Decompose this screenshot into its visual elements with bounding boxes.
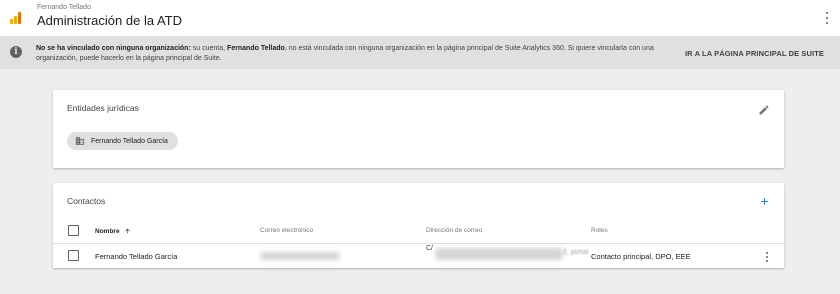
page-title: Administración de la ATD: [37, 13, 182, 28]
info-icon: i: [10, 46, 22, 58]
contacts-card: Contactos Nombre Correo electrónico Dire…: [53, 183, 784, 268]
more-vert-icon[interactable]: [824, 10, 830, 26]
contact-name: Fernando Tellado García: [95, 252, 178, 261]
contacts-title: Contactos: [67, 196, 106, 206]
row-more-vert-icon[interactable]: [764, 251, 770, 263]
row-checkbox[interactable]: [68, 250, 79, 261]
table-divider: [53, 243, 784, 244]
banner-bold-text: No se ha vinculado con ninguna organizac…: [36, 45, 191, 52]
column-header-roles[interactable]: Roles: [591, 227, 608, 234]
column-header-address[interactable]: Dirección de correo: [426, 227, 482, 234]
legal-entity-name: Fernando Tellado García: [91, 137, 168, 145]
legal-entities-card: Entidades jurídicas Fernando Tellado Gar…: [53, 90, 784, 168]
analytics-logo-icon[interactable]: [10, 12, 22, 24]
contact-address: C/ 2, portal: [426, 245, 591, 263]
select-all-checkbox[interactable]: [68, 225, 79, 236]
banner-text-1: su cuenta,: [190, 45, 227, 52]
arrow-up-icon: [124, 228, 130, 234]
address-redacted: [435, 248, 563, 260]
address-prefix: C/: [426, 245, 433, 252]
contact-email-redacted: [260, 252, 340, 260]
column-header-name[interactable]: Nombre: [95, 227, 131, 235]
notification-banner: i No se ha vinculado con ninguna organiz…: [0, 36, 840, 69]
column-header-email[interactable]: Correo electrónico: [260, 227, 313, 234]
pencil-icon[interactable]: [758, 104, 770, 116]
app-header: Fernando Tellado Administración de la AT…: [0, 0, 840, 36]
banner-account-name: Fernando Tellado: [227, 45, 285, 52]
column-name-label: Nombre: [95, 227, 120, 235]
contact-roles: Contacto principal, DPO, EEE: [591, 252, 691, 261]
address-suffix: 2, portal: [563, 249, 589, 256]
building-icon: [75, 137, 85, 145]
legal-entities-title: Entidades jurídicas: [67, 103, 139, 113]
account-name: Fernando Tellado: [37, 4, 91, 11]
legal-entity-chip[interactable]: Fernando Tellado García: [67, 132, 178, 150]
go-to-suite-home-button[interactable]: IR A LA PÁGINA PRINCIPAL DE SUITE: [685, 49, 824, 58]
banner-message: No se ha vinculado con ninguna organizac…: [36, 44, 676, 64]
plus-icon[interactable]: [759, 196, 770, 207]
